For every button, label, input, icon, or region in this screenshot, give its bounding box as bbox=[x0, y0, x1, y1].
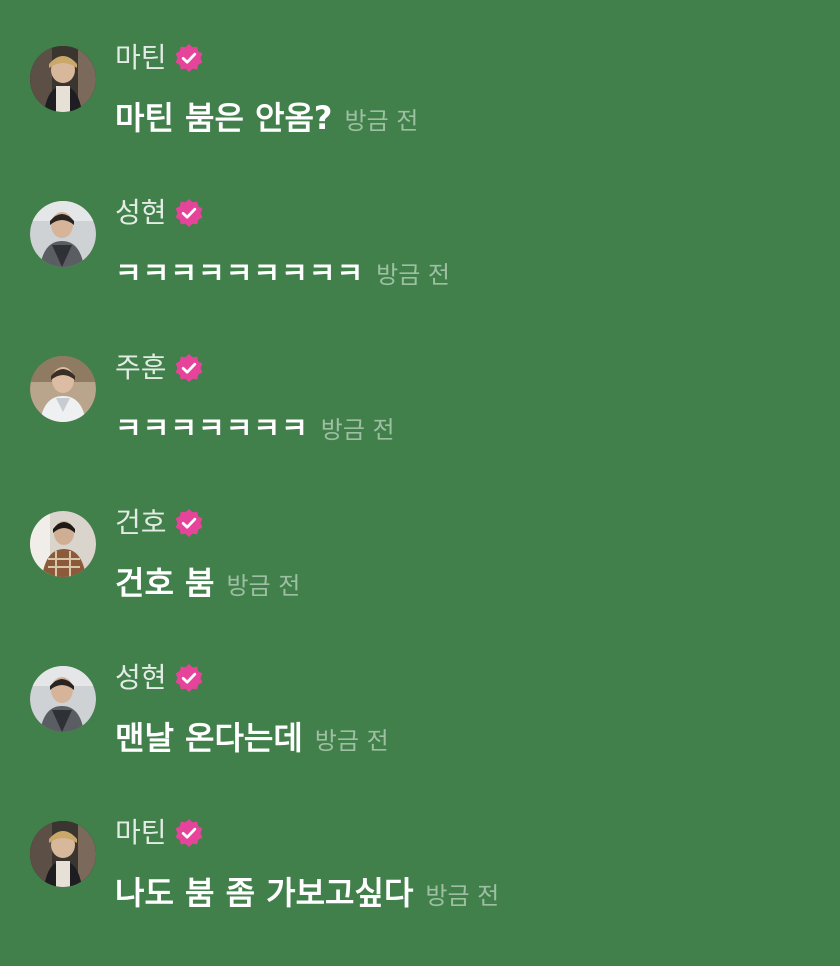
verified-badge-icon bbox=[175, 199, 202, 227]
message-timestamp: 방금 전 bbox=[226, 572, 301, 600]
author-name[interactable]: 마틴 bbox=[115, 38, 167, 78]
author-name[interactable]: 주훈 bbox=[115, 348, 167, 388]
author-name[interactable]: 성현 bbox=[115, 658, 167, 698]
message-text: 마틴 붐은 안옴? bbox=[115, 99, 333, 137]
verified-badge-icon bbox=[175, 819, 202, 847]
avatar[interactable] bbox=[30, 666, 96, 732]
chat-message: 마틴 나도 붐 좀 가보고싶다 방금 전 bbox=[30, 813, 830, 933]
chat-message: 성현 맨날 온다는데 방금 전 bbox=[30, 658, 830, 778]
message-timestamp: 방금 전 bbox=[314, 727, 389, 755]
author-name[interactable]: 건호 bbox=[115, 503, 167, 543]
verified-badge-icon bbox=[175, 44, 202, 72]
message-timestamp: 방금 전 bbox=[344, 107, 419, 135]
message-text: ㅋㅋㅋㅋㅋㅋㅋ bbox=[115, 411, 309, 445]
verified-badge-icon bbox=[175, 664, 202, 692]
verified-badge-icon bbox=[175, 509, 202, 537]
avatar[interactable] bbox=[30, 356, 96, 422]
chat-feed: 마틴 마틴 붐은 안옴? 방금 전 성현 ㅋㅋㅋㅋㅋㅋㅋㅋㅋ 방금 전 주훈 ㅋ… bbox=[0, 0, 840, 966]
avatar[interactable] bbox=[30, 511, 96, 577]
message-timestamp: 방금 전 bbox=[425, 882, 500, 910]
message-text: ㅋㅋㅋㅋㅋㅋㅋㅋㅋ bbox=[115, 256, 365, 290]
avatar[interactable] bbox=[30, 201, 96, 267]
verified-badge-icon bbox=[175, 354, 202, 382]
message-timestamp: 방금 전 bbox=[376, 261, 450, 289]
chat-message: 성현 ㅋㅋㅋㅋㅋㅋㅋㅋㅋ 방금 전 bbox=[30, 193, 830, 313]
message-text: 맨날 온다는데 bbox=[115, 719, 303, 757]
chat-message: 건호 건호 붐 방금 전 bbox=[30, 503, 830, 623]
avatar[interactable] bbox=[30, 821, 96, 887]
author-name[interactable]: 성현 bbox=[115, 193, 167, 233]
author-name[interactable]: 마틴 bbox=[115, 813, 167, 853]
chat-message: 마틴 마틴 붐은 안옴? 방금 전 bbox=[30, 38, 830, 158]
message-text: 건호 붐 bbox=[115, 564, 215, 602]
avatar[interactable] bbox=[30, 46, 96, 112]
message-timestamp: 방금 전 bbox=[320, 416, 395, 444]
message-text: 나도 붐 좀 가보고싶다 bbox=[115, 874, 414, 912]
chat-message: 주훈 ㅋㅋㅋㅋㅋㅋㅋ 방금 전 bbox=[30, 348, 830, 468]
